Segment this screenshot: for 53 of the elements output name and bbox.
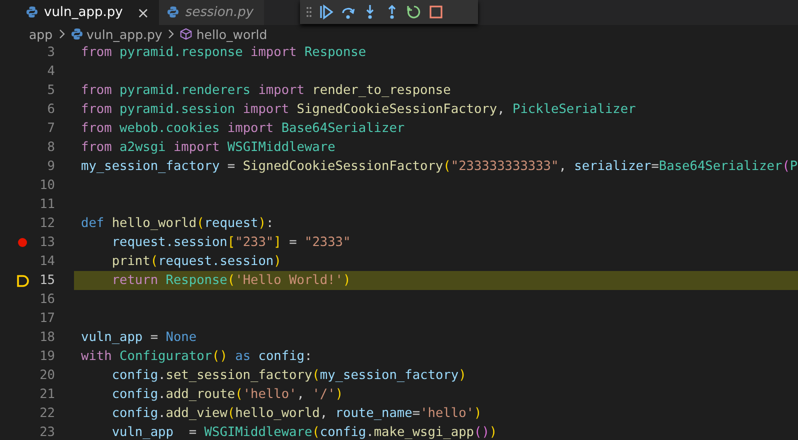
- cube-icon: [180, 28, 192, 40]
- drag-handle-icon: [306, 4, 312, 20]
- line-number: 4: [46, 64, 55, 79]
- line-number: 16: [38, 292, 55, 307]
- code-line: print(request.session): [110, 253, 282, 271]
- code-line: from a2wsgi import WSGIMiddleware: [80, 139, 336, 157]
- line-number: 21: [38, 387, 55, 402]
- line-number: 19: [38, 349, 55, 364]
- line-number: 5: [46, 83, 55, 98]
- line-number: 14: [38, 254, 55, 269]
- code-line: vuln_app = None: [80, 329, 198, 347]
- breadcrumb-item[interactable]: app: [29, 26, 53, 42]
- code-line: config.add_route('hello', '/'): [110, 386, 344, 404]
- line-number: 20: [38, 368, 55, 383]
- editor-tab[interactable]: session.py: [159, 0, 264, 25]
- chevron-right-icon: [58, 29, 66, 39]
- code-line: def hello_world(request):: [80, 215, 275, 233]
- breakpoint-dot[interactable]: [18, 238, 27, 247]
- code-line: from webob.cookies import Base64Serializer: [80, 120, 406, 138]
- line-number: 23: [38, 425, 55, 440]
- line-number: 11: [38, 197, 55, 212]
- line-number: 15: [38, 273, 55, 288]
- line-number: 7: [46, 121, 55, 136]
- code-line: from pyramid.session import SignedCookieSessionFactory, PickleSerializer: [80, 101, 637, 119]
- line-number: 3: [46, 45, 55, 60]
- code-line: from pyramid.renderers import render_to_response: [80, 82, 452, 100]
- line-number: 6: [46, 102, 55, 117]
- line-number: 9: [46, 159, 55, 174]
- code-line: vuln_app = WSGIMiddleware(config.make_wsgi_app()): [110, 424, 498, 440]
- code-line: with Configurator() as config:: [80, 348, 314, 366]
- chevron-right-icon: [167, 29, 176, 39]
- line-number: 22: [38, 406, 55, 421]
- python-file-icon: [26, 6, 38, 18]
- code-line: from pyramid.response import Response: [80, 44, 368, 62]
- code-line: my_session_factory = SignedCookieSessionFactory("233333333333", serializer=Base64Serializer(P: [80, 158, 798, 176]
- breadcrumb-item[interactable]: vuln_app.py: [86, 26, 162, 42]
- restart-icon[interactable]: [406, 4, 422, 20]
- stop-icon[interactable]: [428, 4, 444, 20]
- line-number: 12: [38, 216, 55, 231]
- line-number: 13: [38, 235, 55, 250]
- continue-icon[interactable]: [318, 4, 334, 20]
- python-file-icon: [167, 6, 180, 18]
- code-line: config.set_session_factory(my_session_factory): [110, 367, 468, 385]
- line-number: 17: [38, 311, 55, 326]
- code-line: config.add_view(hello_world, route_name='hello'): [110, 405, 483, 423]
- line-number: 10: [38, 178, 55, 193]
- breadcrumb-item[interactable]: hello_world: [196, 26, 268, 42]
- line-number: 18: [38, 330, 55, 345]
- code-line: request.session["233"] = "2333": [110, 234, 352, 252]
- line-number: 8: [46, 140, 55, 155]
- python-file-icon: [70, 28, 83, 40]
- close-icon[interactable]: ×: [136, 4, 150, 22]
- editor-tab[interactable]: vuln_app.py ×: [0, 0, 160, 25]
